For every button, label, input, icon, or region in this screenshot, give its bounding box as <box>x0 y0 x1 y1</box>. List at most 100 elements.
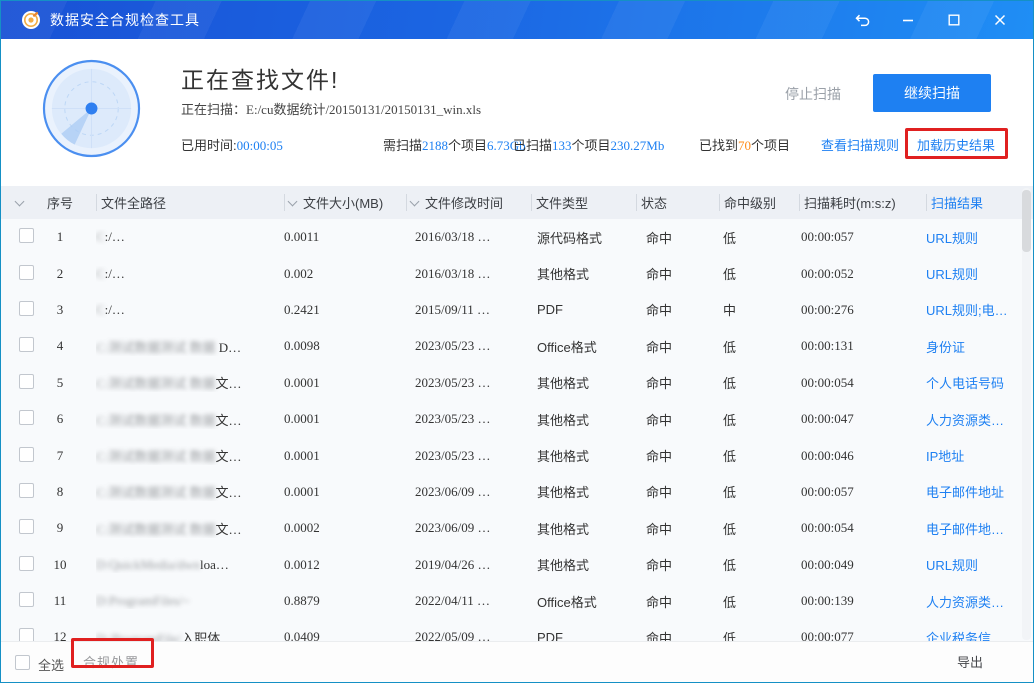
column-header-index[interactable]: 序号 <box>47 194 73 211</box>
hit-status: 命中 <box>636 373 719 392</box>
row-checkbox[interactable] <box>19 410 34 425</box>
file-path: C:测试数据测试 数据文… <box>96 446 284 465</box>
row-index: 9 <box>47 520 73 536</box>
table-row: 3C:/…0.24212015/09/11 …PDF命中中00:00:276UR… <box>1 292 1033 328</box>
hit-level: 低 <box>719 519 799 538</box>
scan-duration: 00:00:139 <box>799 593 926 609</box>
continue-scan-button[interactable]: 继续扫描 <box>873 74 991 112</box>
file-type: 其他格式 <box>531 519 636 538</box>
column-header-type: 文件类型 <box>531 194 636 211</box>
table-row: 9 C:测试数据测试 数据文… 0.00022023/06/09 …其他格式命中低0… <box>1 510 1033 546</box>
compliance-handle-button[interactable]: 合规处置 <box>83 652 139 671</box>
scan-result-link[interactable]: 人力资源类… <box>926 410 1033 429</box>
scan-result-link[interactable]: 电子邮件地址 <box>926 482 1033 501</box>
hit-level: 低 <box>719 264 799 283</box>
file-size: 0.2421 <box>284 302 406 318</box>
scan-result-link[interactable]: URL规则 <box>926 555 1033 574</box>
hit-level: 低 <box>719 337 799 356</box>
scrollbar-thumb[interactable] <box>1022 190 1031 252</box>
row-checkbox[interactable] <box>19 265 34 280</box>
table-row: 1C:/…0.00112016/03/18 …源代码格式命中低00:00:057… <box>1 219 1033 255</box>
table-scrollbar <box>1022 188 1031 640</box>
scanning-path: E:/cu数据统计/20150131/20150131_win.xls <box>246 102 481 117</box>
file-path: C:测试数据测试 数据文… <box>96 410 284 429</box>
column-header-modified[interactable]: 文件修改时间 <box>406 194 531 211</box>
column-header-level: 命中级别 <box>719 194 799 211</box>
redacted-path: C:测试数据测试 数据 <box>96 340 216 355</box>
column-header-size[interactable]: 文件大小(MB) <box>284 194 406 211</box>
items-scanned: 已扫描133个项目230.27Mb <box>513 135 664 154</box>
path-tail: 文… <box>216 413 242 428</box>
load-history-link[interactable]: 加载历史结果 <box>917 135 995 154</box>
footer-bar: 全选 合规处置 导出 <box>1 641 1033 682</box>
row-checkbox[interactable] <box>19 556 34 571</box>
stop-scan-button[interactable]: 停止扫描 <box>773 77 853 111</box>
file-modified-date: 2023/05/23 … <box>406 375 531 391</box>
file-path: C:/… <box>96 302 284 318</box>
redacted-path: C:测试数据测试 数据 <box>96 413 216 428</box>
file-path: C:/… <box>96 229 284 245</box>
row-checkbox[interactable] <box>19 592 34 607</box>
scan-result-link[interactable]: 个人电话号码 <box>926 373 1033 392</box>
path-tail: 文… <box>216 449 242 464</box>
scan-duration: 00:00:131 <box>799 338 926 354</box>
column-header-path: 文件全路径 <box>96 194 284 211</box>
items-to-scan: 需扫描2188个项目6.73Gb <box>383 135 526 154</box>
scan-result-link[interactable]: IP地址 <box>926 446 1033 465</box>
file-size: 0.0001 <box>284 411 406 427</box>
undo-icon[interactable] <box>839 1 885 39</box>
row-checkbox[interactable] <box>19 447 34 462</box>
row-checkbox[interactable] <box>19 519 34 534</box>
file-size: 0.0001 <box>284 375 406 391</box>
table-header: 序号文件全路径文件大小(MB)文件修改时间文件类型状态命中级别扫描耗时(m:s:… <box>1 186 1033 219</box>
export-button[interactable]: 导出 <box>957 652 983 671</box>
hit-status: 命中 <box>636 519 719 538</box>
row-checkbox[interactable] <box>19 374 34 389</box>
row-checkbox[interactable] <box>19 483 34 498</box>
file-modified-date: 2023/06/09 … <box>406 484 531 500</box>
minimize-icon[interactable] <box>885 1 931 39</box>
window-title: 数据安全合规检查工具 <box>50 10 200 30</box>
file-size: 0.0011 <box>284 229 406 245</box>
scan-stats: 已用时间:00:00:05 需扫描2188个项目6.73Gb 已扫描133个项目… <box>1 135 1033 155</box>
row-index: 2 <box>47 266 73 282</box>
path-tail: :/… <box>105 266 125 281</box>
column-header-status: 状态 <box>636 194 719 211</box>
titlebar: 数据安全合规检查工具 <box>1 1 1033 39</box>
file-size: 0.0001 <box>284 448 406 464</box>
close-icon[interactable] <box>977 1 1023 39</box>
view-scan-rules-link[interactable]: 查看扫描规则 <box>821 135 899 154</box>
scan-result-link[interactable]: 人力资源类… <box>926 592 1033 611</box>
path-tail: :/… <box>105 229 125 244</box>
scan-result-link[interactable]: 电子邮件地… <box>926 519 1033 538</box>
redacted-path: C:测试数据测试 数据 <box>96 522 216 537</box>
file-path: C:测试数据测试 数据 D… <box>96 337 284 356</box>
row-index: 10 <box>47 557 73 573</box>
select-all-checkbox[interactable] <box>15 655 30 670</box>
row-checkbox[interactable] <box>19 337 34 352</box>
hit-status: 命中 <box>636 228 719 247</box>
scan-status-panel: 正在查找文件! 正在扫描：E:/cu数据统计/20150131/20150131… <box>1 39 1033 186</box>
file-modified-date: 2023/06/09 … <box>406 520 531 536</box>
file-modified-date: 2016/03/18 … <box>406 229 531 245</box>
row-checkbox[interactable] <box>19 301 34 316</box>
scan-result-link[interactable]: URL规则 <box>926 228 1033 247</box>
table-row: 6C:测试数据测试 数据文…0.00012023/05/23 …其他格式命中低0… <box>1 401 1033 437</box>
scan-duration: 00:00:054 <box>799 375 926 391</box>
sort-chevron-icon[interactable] <box>288 196 298 206</box>
scan-duration: 00:00:054 <box>799 520 926 536</box>
redacted-path: C <box>96 302 105 317</box>
file-size: 0.0002 <box>284 520 406 536</box>
hit-level: 低 <box>719 592 799 611</box>
scan-result-link[interactable]: URL规则;电… <box>926 300 1033 319</box>
maximize-icon[interactable] <box>931 1 977 39</box>
scan-result-link[interactable]: URL规则 <box>926 264 1033 283</box>
scan-result-link[interactable]: 身份证 <box>926 337 1033 356</box>
table-row: 8C:测试数据测试 数据文…0.00012023/06/09 …其他格式命中低0… <box>1 474 1033 510</box>
row-checkbox[interactable] <box>19 228 34 243</box>
sort-chevron-icon[interactable] <box>410 196 420 206</box>
table-body: 1C:/…0.00112016/03/18 …源代码格式命中低00:00:057… <box>1 219 1033 643</box>
hit-level: 低 <box>719 228 799 247</box>
path-tail: 文… <box>216 522 242 537</box>
sort-chevron-icon[interactable] <box>1 186 47 219</box>
